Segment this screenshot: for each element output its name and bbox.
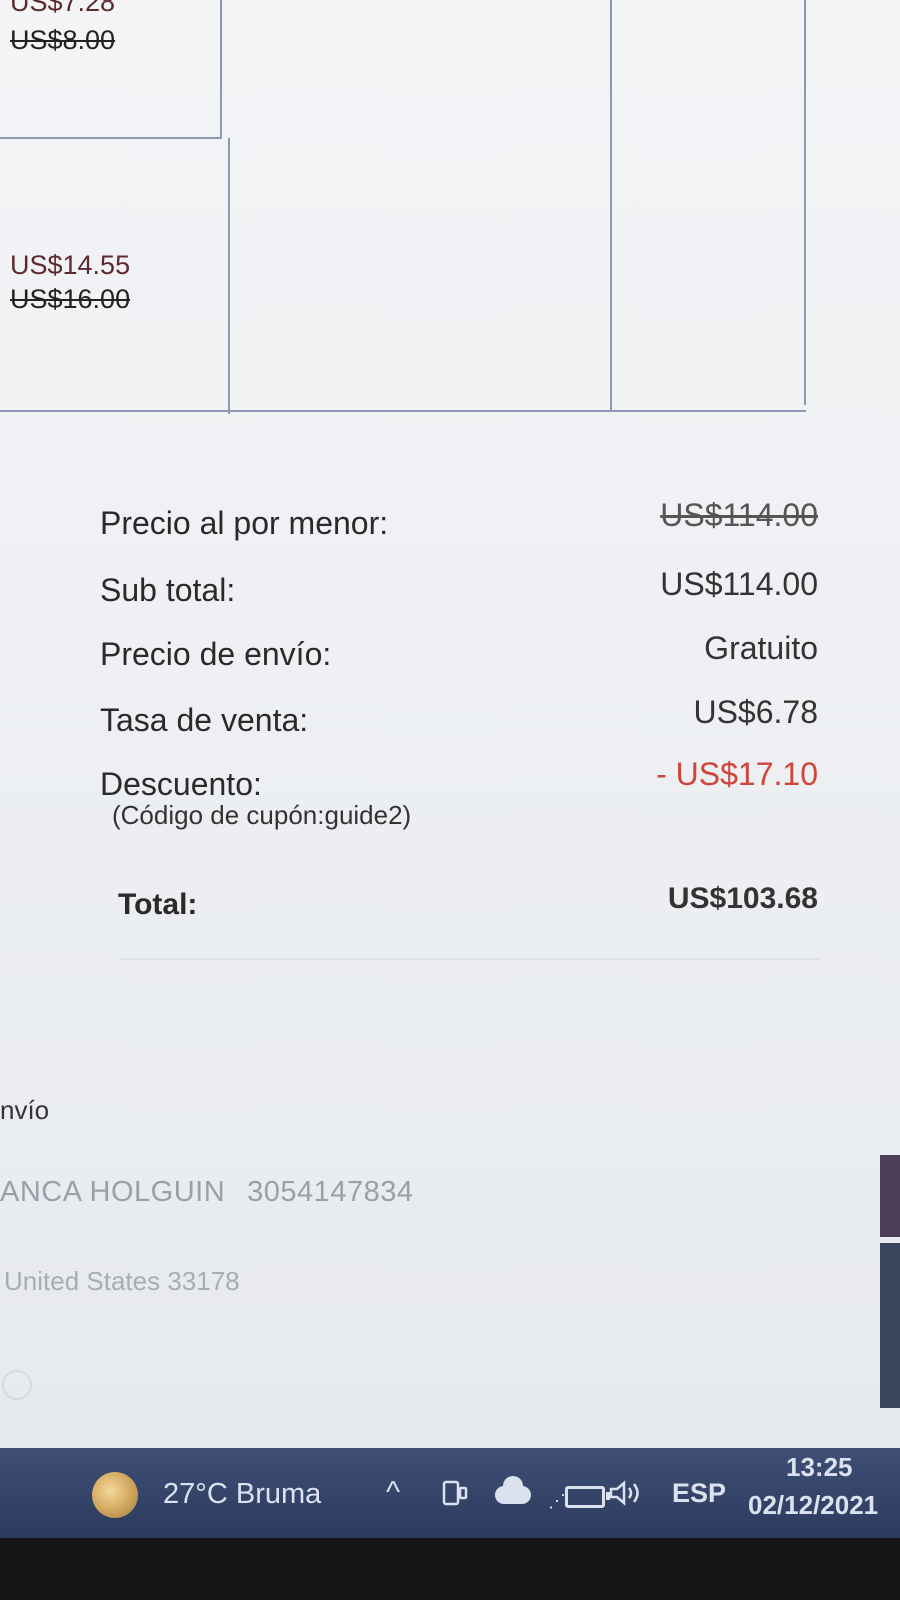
table-divider (0, 137, 222, 139)
shipping-price-value: Gratuito (704, 630, 818, 666)
item-original-price: US$8.00 (10, 25, 116, 55)
shipping-address: United States 33178 (4, 1266, 240, 1296)
summary-divider (120, 958, 820, 960)
network-icon[interactable]: ⋰ (548, 1486, 566, 1516)
meet-now-icon-graphic (442, 1480, 468, 1506)
shipping-price-label: Precio de envío: (100, 636, 332, 672)
table-divider (804, 0, 806, 405)
windows-taskbar: 27°C Bruma ^ ⋰ ESP 13:25 02/12/2021 (0, 1448, 900, 1538)
total-value: US$103.68 (667, 882, 818, 915)
order-items-table: US$7.28 US$8.00 US$14.55 US$16.00 (0, 0, 822, 415)
chevron-up-icon[interactable]: ^ (386, 1478, 400, 1508)
subtotal-label: Sub total: (100, 572, 236, 608)
sun-haze-icon[interactable] (92, 1472, 138, 1518)
side-panel-edge (880, 1243, 900, 1408)
recipient-name: ANCA HOLGUIN (0, 1176, 226, 1208)
summary-row-shipping: Precio de envío: Gratuito (100, 630, 818, 676)
table-divider (0, 410, 806, 412)
meet-now-icon[interactable] (440, 1478, 470, 1516)
faded-circle-icon (2, 1370, 32, 1400)
table-divider (228, 138, 230, 414)
retail-price-label: Precio al por menor: (100, 505, 389, 541)
item-original-price: US$16.00 (10, 284, 131, 314)
shipping-heading: nvío (0, 1095, 50, 1125)
item-price: US$7.28 (10, 0, 116, 17)
coupon-code-note: (Código de cupón:guide2) (112, 800, 412, 830)
subtotal-value: US$114.00 (660, 566, 818, 602)
checkout-page: US$7.28 US$8.00 US$14.55 US$16.00 Precio… (0, 0, 900, 1448)
onedrive-cloud-icon[interactable] (495, 1476, 531, 1504)
table-divider (610, 0, 612, 410)
volume-icon-graphic (609, 1480, 639, 1506)
battery-icon[interactable] (565, 1486, 610, 1508)
summary-row-subtotal: Sub total: US$114.00 (100, 566, 818, 612)
recipient-phone: 3054147834 (247, 1176, 414, 1208)
monitor-bezel (0, 1538, 900, 1600)
retail-price-value: US$114.00 (660, 497, 818, 533)
table-divider (220, 0, 222, 138)
volume-icon[interactable] (608, 1478, 644, 1514)
summary-row-retail: Precio al por menor: US$114.00 (100, 497, 818, 545)
sales-tax-value: US$6.78 (693, 694, 818, 730)
total-label: Total: (118, 888, 198, 921)
language-indicator[interactable]: ESP (672, 1478, 726, 1509)
weather-widget[interactable]: 27°C Bruma (163, 1478, 321, 1511)
sales-tax-label: Tasa de venta: (100, 702, 309, 738)
clock-time[interactable]: 13:25 (786, 1452, 853, 1483)
discount-label: Descuento: (100, 766, 262, 802)
recipient-line: ANCA HOLGUIN 3054147834 (0, 1176, 413, 1209)
summary-row-tax: Tasa de venta: US$6.78 (100, 694, 818, 742)
item-price: US$14.55 (10, 250, 131, 280)
side-panel-edge (880, 1155, 900, 1237)
discount-value: - US$17.10 (656, 756, 818, 792)
summary-row-total: Total: US$103.68 (100, 882, 818, 928)
clock-date[interactable]: 02/12/2021 (748, 1490, 878, 1521)
